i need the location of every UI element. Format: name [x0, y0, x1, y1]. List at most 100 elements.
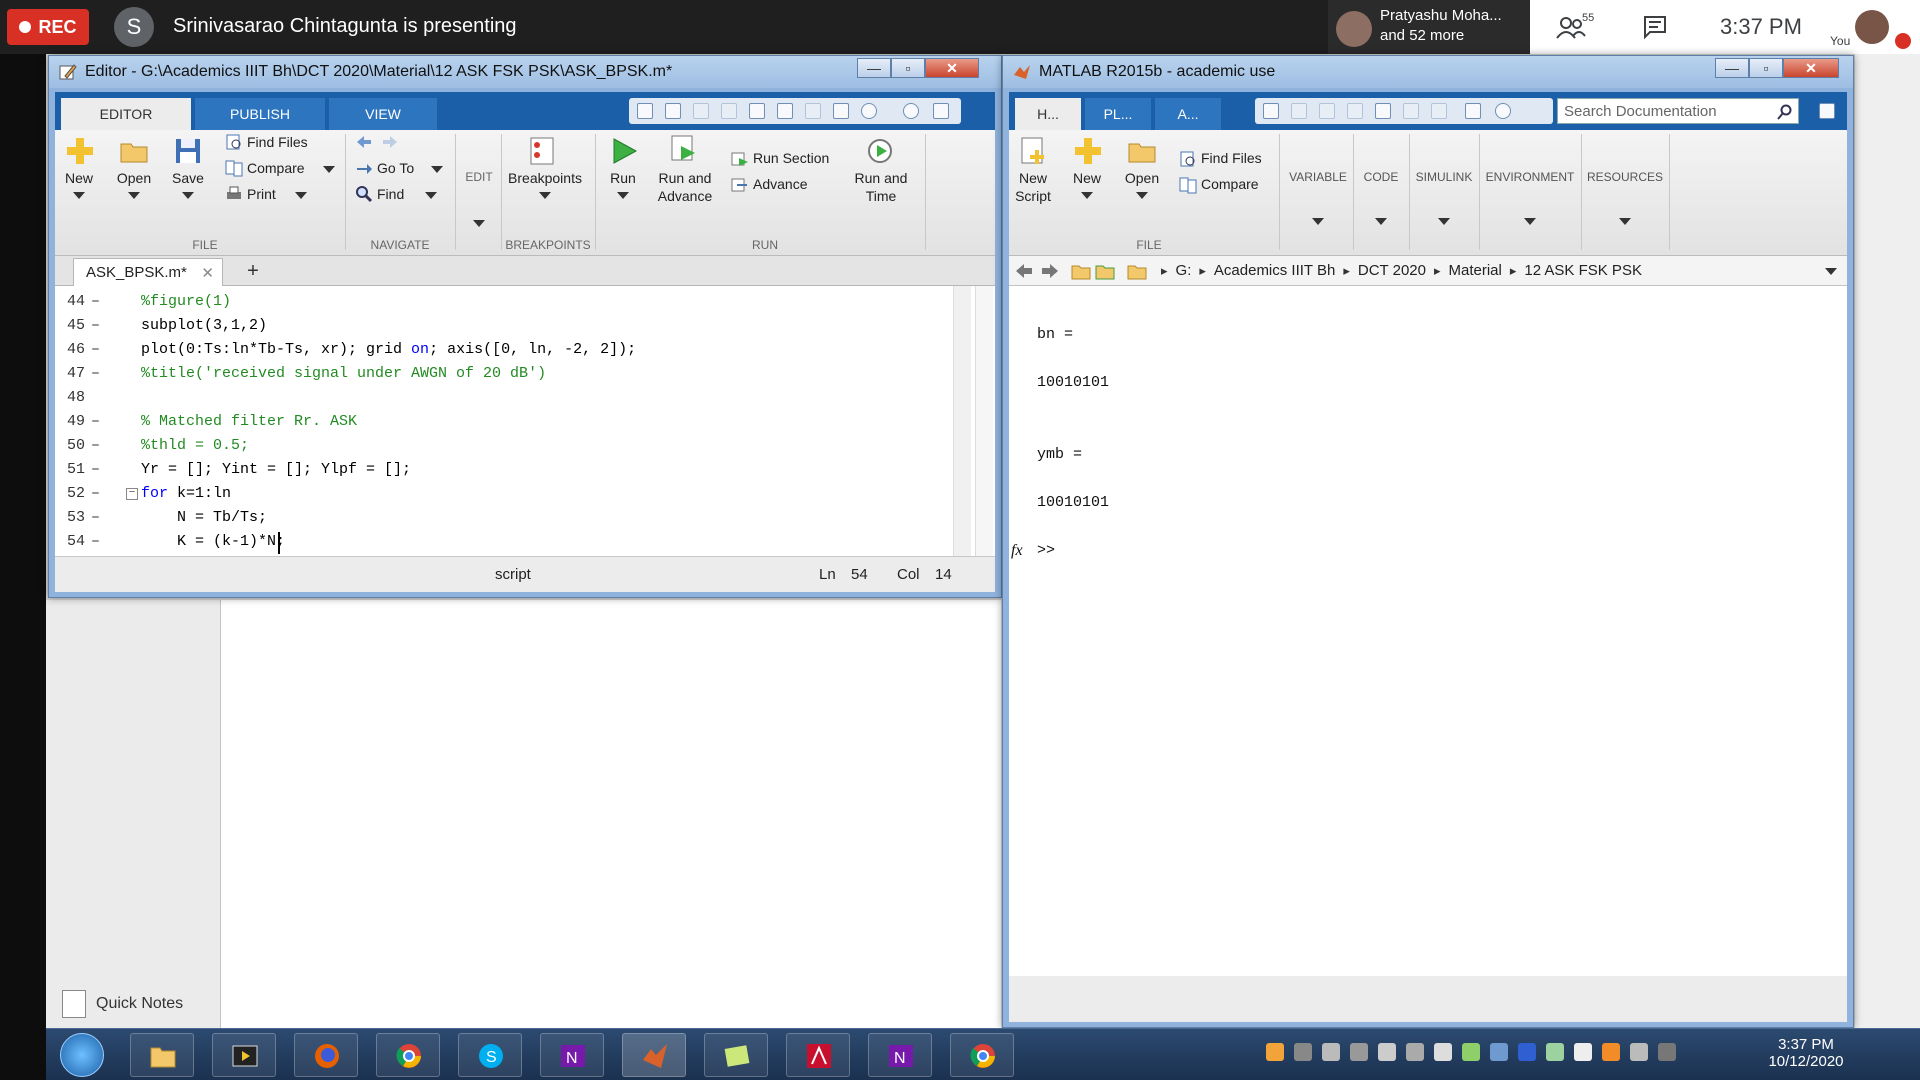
breakpoints-button[interactable]: Breakpoints — [503, 170, 587, 186]
qa-redo-icon[interactable] — [1431, 103, 1447, 119]
matlab-titlebar[interactable]: MATLAB R2015b - academic use — ▫ ✕ — [1003, 56, 1853, 88]
breakpoints-dropdown-icon[interactable] — [539, 192, 551, 199]
code-line[interactable]: 44– %figure(1) — [55, 290, 945, 314]
help-icon[interactable] — [1495, 103, 1511, 119]
save-button[interactable]: Save — [167, 170, 209, 186]
taskbar-clock[interactable]: 3:37 PM 10/12/2020 — [1746, 1036, 1866, 1070]
compare-button[interactable]: Compare — [247, 160, 317, 176]
run-and-advance-label-1[interactable]: Run and — [655, 170, 715, 186]
find-files-button[interactable]: Find Files — [247, 134, 327, 150]
section-dropdown-icon[interactable] — [1619, 218, 1631, 225]
code-line[interactable]: 49– % Matched filter Rr. ASK — [55, 410, 945, 434]
search-documentation-input[interactable]: Search Documentation — [1557, 98, 1799, 124]
tray-app-icon[interactable] — [1630, 1043, 1648, 1061]
taskbar-chrome-2[interactable] — [950, 1033, 1014, 1077]
tray-network-icon[interactable] — [1294, 1043, 1312, 1061]
new-plus-icon[interactable] — [65, 136, 95, 166]
breakpoint-dash[interactable]: – — [91, 362, 100, 386]
tab-apps[interactable]: A... — [1155, 98, 1221, 130]
quick-notes[interactable]: Quick Notes — [62, 990, 183, 1018]
up-folder-icon[interactable] — [1071, 262, 1091, 280]
code-line[interactable]: 52– − for k=1:ln — [55, 482, 945, 506]
code-editor[interactable]: 44– %figure(1) 45– subplot(3,1,2) 46– plot(0:… — [55, 286, 995, 556]
breakpoint-dash[interactable]: – — [91, 458, 100, 482]
print-button[interactable]: Print — [247, 186, 287, 202]
ribbon-section-code[interactable]: CODE — [1355, 170, 1407, 184]
taskbar-onenote[interactable]: N — [540, 1033, 604, 1077]
qa-new-icon[interactable] — [1263, 103, 1279, 119]
save-dropdown-icon[interactable] — [182, 192, 194, 199]
compare-button[interactable]: Compare — [1201, 176, 1271, 192]
ribbon-section-variable[interactable]: VARIABLE — [1285, 170, 1351, 184]
minimize-button[interactable]: — — [1715, 58, 1749, 78]
breakpoint-dash[interactable]: – — [91, 434, 100, 458]
search-icon[interactable] — [1777, 104, 1793, 120]
tab-home[interactable]: H... — [1015, 98, 1081, 130]
code-line[interactable]: 47– %title('received signal under AWGN of… — [55, 362, 945, 386]
find-files-button[interactable]: Find Files — [1201, 150, 1281, 166]
run-dropdown-icon[interactable] — [617, 192, 629, 199]
breadcrumb-item[interactable]: Academics IIIT Bh — [1214, 262, 1335, 279]
go-to-dropdown-icon[interactable] — [431, 166, 443, 173]
advance-button[interactable]: Advance — [753, 176, 823, 192]
taskbar-matlab[interactable] — [622, 1033, 686, 1077]
open-dropdown-icon[interactable] — [128, 192, 140, 199]
open-button[interactable]: Open — [113, 170, 155, 186]
new-tab-button[interactable]: + — [239, 260, 267, 284]
breakpoint-dash[interactable]: – — [91, 506, 100, 530]
code-line[interactable]: 45– subplot(3,1,2) — [55, 314, 945, 338]
breadcrumb-item[interactable]: G: — [1176, 262, 1192, 279]
run-play-icon[interactable] — [609, 136, 639, 166]
qa-undo-icon[interactable] — [777, 103, 793, 119]
new-button[interactable]: New — [59, 170, 99, 186]
tab-plots[interactable]: PL... — [1085, 98, 1151, 130]
breakpoint-dash[interactable]: – — [91, 290, 100, 314]
ribbon-section-environment[interactable]: ENVIRONMENT — [1481, 170, 1579, 184]
participant-tile[interactable]: Pratyashu Moha... and 52 more — [1328, 0, 1530, 54]
breadcrumb-separator-icon[interactable]: ▸ — [1199, 263, 1206, 278]
signal-icon[interactable] — [1406, 1043, 1424, 1061]
tray-app-icon[interactable] — [1546, 1043, 1564, 1061]
new-dropdown-icon[interactable] — [1081, 192, 1093, 199]
breadcrumb-item[interactable]: DCT 2020 — [1358, 262, 1426, 279]
taskbar-onenote-2[interactable]: N — [868, 1033, 932, 1077]
tray-app-icon[interactable] — [1322, 1043, 1340, 1061]
open-folder-icon[interactable] — [119, 136, 149, 166]
editor-titlebar[interactable]: Editor - G:\Academics IIIT Bh\DCT 2020\M… — [49, 56, 1001, 88]
run-and-time-icon[interactable] — [865, 136, 895, 166]
tray-app-icon[interactable] — [1266, 1043, 1284, 1061]
qa-redo-icon[interactable] — [805, 103, 821, 119]
tray-app-icon[interactable] — [1490, 1043, 1508, 1061]
open-folder-icon[interactable] — [1127, 136, 1157, 166]
breakpoint-dash[interactable]: – — [91, 410, 100, 434]
breadcrumb-separator-icon[interactable]: ▸ — [1434, 263, 1441, 278]
new-script-label-2[interactable]: Script — [1013, 188, 1053, 204]
new-dropdown-icon[interactable] — [73, 192, 85, 199]
new-script-icon[interactable] — [1019, 136, 1049, 166]
qa-save-icon[interactable] — [637, 103, 653, 119]
code-line[interactable]: 54– K = (k-1)*N; — [55, 530, 945, 554]
close-button[interactable]: ✕ — [1783, 58, 1839, 78]
go-to-button[interactable]: Go To — [377, 160, 421, 176]
qa-switch-windows-icon[interactable] — [833, 103, 849, 119]
qa-undo-icon[interactable] — [1403, 103, 1419, 119]
close-tab-icon[interactable]: ✕ — [201, 264, 214, 282]
editor-scrollbar[interactable] — [953, 286, 971, 556]
tray-app-icon[interactable] — [1602, 1043, 1620, 1061]
save-disk-icon[interactable] — [173, 136, 203, 166]
breakpoint-dash[interactable]: – — [91, 530, 100, 554]
maximize-button[interactable]: ▫ — [891, 58, 925, 78]
browse-folder-icon[interactable] — [1095, 262, 1115, 280]
taskbar-skype[interactable]: S — [458, 1033, 522, 1077]
find-dropdown-icon[interactable] — [425, 192, 437, 199]
forward-arrow-icon[interactable] — [1041, 263, 1059, 279]
ribbon-section-simulink[interactable]: SIMULINK — [1411, 170, 1477, 184]
volume-icon[interactable] — [1378, 1043, 1396, 1061]
section-dropdown-icon[interactable] — [1312, 218, 1324, 225]
self-avatar[interactable] — [1855, 10, 1889, 44]
run-and-time-label-2[interactable]: Time — [851, 188, 911, 204]
breadcrumb-item[interactable]: 12 ASK FSK PSK — [1524, 262, 1642, 279]
taskbar-media-player[interactable] — [212, 1033, 276, 1077]
collapse-ribbon-icon[interactable] — [933, 103, 949, 119]
tab-editor[interactable]: EDITOR — [61, 98, 191, 130]
